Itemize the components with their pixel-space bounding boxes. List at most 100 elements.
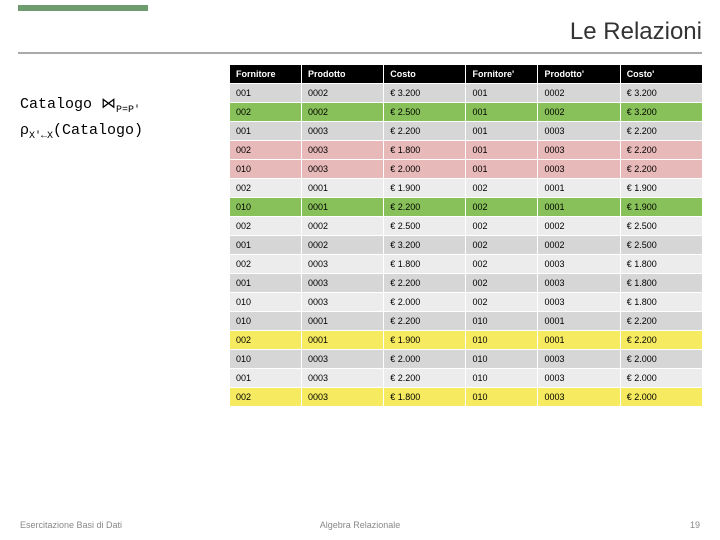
table-cell: 002 — [230, 388, 302, 407]
table-cell: 002 — [230, 141, 302, 160]
table-cell: € 3.200 — [384, 84, 466, 103]
table-cell: 0003 — [301, 160, 383, 179]
table-cell: 0003 — [538, 274, 620, 293]
table-header-cell: Prodotto' — [538, 65, 620, 84]
table-cell: 010 — [466, 388, 538, 407]
table-cell: 0003 — [301, 122, 383, 141]
table-cell: € 2.000 — [620, 350, 702, 369]
table-cell: 0002 — [538, 236, 620, 255]
table-cell: € 2.200 — [384, 198, 466, 217]
table-cell: 010 — [466, 350, 538, 369]
table-header-cell: Fornitore' — [466, 65, 538, 84]
table-cell: € 1.800 — [620, 293, 702, 312]
formula-text: (Catalogo) — [53, 122, 143, 139]
table-cell: 002 — [466, 236, 538, 255]
table-cell: € 2.200 — [620, 160, 702, 179]
table-cell: 0001 — [301, 312, 383, 331]
table-cell: € 2.500 — [620, 217, 702, 236]
table-cell: 010 — [466, 369, 538, 388]
table-cell: 0003 — [301, 255, 383, 274]
formula-line-1: Catalogo ⋈P=P' — [20, 92, 143, 119]
table-row: 0100003€ 2.0000020003€ 1.800 — [230, 293, 703, 312]
table-cell: 0002 — [301, 236, 383, 255]
table-cell: 002 — [230, 331, 302, 350]
table-cell: € 1.900 — [620, 198, 702, 217]
table-cell: 0003 — [301, 350, 383, 369]
table-cell: € 2.000 — [620, 388, 702, 407]
table-cell: 001 — [230, 274, 302, 293]
formula-line-2: ρX'←X(Catalogo) — [20, 119, 143, 145]
page-title: Le Relazioni — [570, 18, 702, 46]
table-cell: 002 — [230, 255, 302, 274]
table-header-cell: Prodotto — [301, 65, 383, 84]
table-cell: € 2.500 — [620, 236, 702, 255]
table-cell: 0003 — [538, 160, 620, 179]
table-cell: € 1.800 — [384, 255, 466, 274]
table-cell: € 2.200 — [620, 122, 702, 141]
table-cell: 001 — [466, 141, 538, 160]
table-cell: 002 — [466, 274, 538, 293]
table-cell: 010 — [230, 198, 302, 217]
table-cell: € 2.500 — [384, 103, 466, 122]
table-cell: € 1.800 — [620, 274, 702, 293]
table-cell: € 1.800 — [620, 255, 702, 274]
table-cell: 001 — [466, 84, 538, 103]
table-container: FornitoreProdottoCostoFornitore'Prodotto… — [229, 64, 703, 407]
table-cell: € 1.800 — [384, 141, 466, 160]
accent-bar — [18, 5, 148, 11]
footer-page-number: 19 — [690, 520, 700, 530]
formula-block: Catalogo ⋈P=P' ρX'←X(Catalogo) — [20, 92, 143, 145]
table-row: 0020002€ 2.5000020002€ 2.500 — [230, 217, 703, 236]
table-cell: 010 — [230, 160, 302, 179]
footer-center: Algebra Relazionale — [0, 520, 720, 530]
table-cell: 0003 — [538, 388, 620, 407]
table-row: 0010003€ 2.2000020003€ 1.800 — [230, 274, 703, 293]
table-cell: € 2.200 — [620, 331, 702, 350]
table-cell: 0002 — [538, 84, 620, 103]
table-cell: 002 — [466, 255, 538, 274]
table-cell: 002 — [466, 198, 538, 217]
table-cell: € 1.900 — [384, 331, 466, 350]
table-cell: 0003 — [301, 274, 383, 293]
table-cell: 0003 — [301, 141, 383, 160]
table-row: 0020003€ 1.8000020003€ 1.800 — [230, 255, 703, 274]
table-cell: 002 — [466, 293, 538, 312]
table-cell: 0003 — [538, 350, 620, 369]
table-cell: 0003 — [538, 122, 620, 141]
table-row: 0020001€ 1.9000100001€ 2.200 — [230, 331, 703, 350]
table-row: 0020003€ 1.8000100003€ 2.000 — [230, 388, 703, 407]
table-cell: € 3.200 — [620, 84, 702, 103]
table-cell: 0002 — [301, 217, 383, 236]
table-cell: 0001 — [538, 331, 620, 350]
formula-text: Catalogo — [20, 96, 101, 113]
table-cell: 010 — [466, 331, 538, 350]
table-cell: € 2.200 — [384, 274, 466, 293]
title-bar: Le Relazioni — [18, 12, 702, 54]
rho-symbol: ρ — [20, 122, 29, 139]
table-row: 0020002€ 2.5000010002€ 3.200 — [230, 103, 703, 122]
table-cell: 002 — [230, 103, 302, 122]
table-row: 0020001€ 1.9000020001€ 1.900 — [230, 179, 703, 198]
table-cell: € 3.200 — [620, 103, 702, 122]
table-cell: 0003 — [538, 369, 620, 388]
table-cell: 0001 — [538, 198, 620, 217]
table-row: 0100001€ 2.2000020001€ 1.900 — [230, 198, 703, 217]
table-cell: € 2.000 — [620, 369, 702, 388]
table-cell: € 2.200 — [384, 369, 466, 388]
table-cell: € 2.200 — [620, 312, 702, 331]
table-cell: 0003 — [301, 388, 383, 407]
table-cell: € 2.200 — [620, 141, 702, 160]
table-cell: 002 — [230, 217, 302, 236]
table-cell: 0001 — [301, 179, 383, 198]
table-row: 0010003€ 2.2000100003€ 2.000 — [230, 369, 703, 388]
table-cell: € 2.000 — [384, 350, 466, 369]
rho-sub: X'←X — [29, 131, 53, 142]
table-cell: 0002 — [538, 103, 620, 122]
table-cell: € 2.500 — [384, 217, 466, 236]
table-cell: € 1.900 — [620, 179, 702, 198]
table-header-cell: Fornitore — [230, 65, 302, 84]
table-cell: 0003 — [301, 293, 383, 312]
table-cell: 0003 — [538, 141, 620, 160]
table-cell: 010 — [230, 350, 302, 369]
table-cell: 001 — [230, 122, 302, 141]
